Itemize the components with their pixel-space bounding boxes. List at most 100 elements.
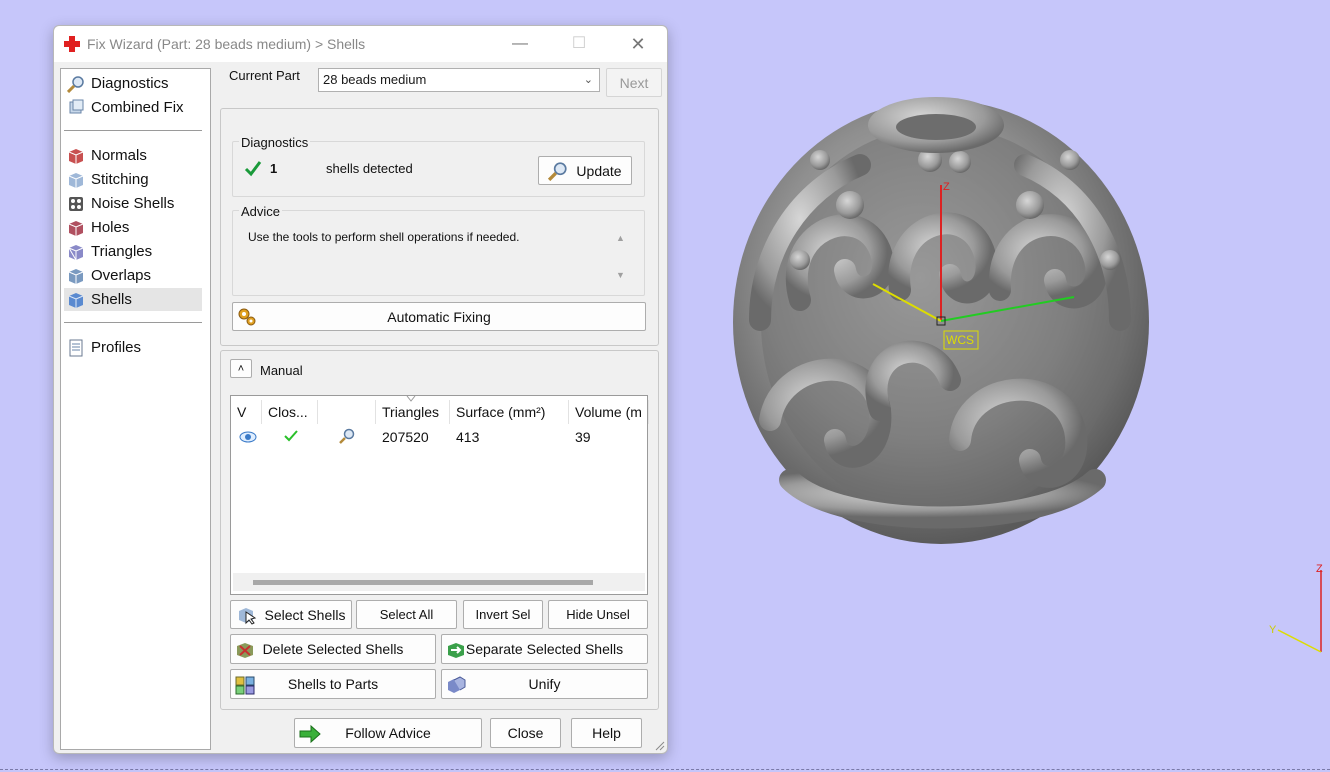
noise-shells-icon (69, 196, 83, 211)
follow-advice-label: Follow Advice (345, 725, 431, 741)
corner-axis-y-label: Y (1269, 624, 1277, 636)
unify-label: Unify (528, 676, 561, 692)
green-arrow-right-icon (299, 724, 321, 744)
update-label: Update (576, 162, 622, 179)
shells-to-parts-button[interactable]: Shells to Parts (230, 669, 436, 699)
eye-icon[interactable] (239, 430, 257, 444)
invert-selection-button[interactable]: Invert Sel (463, 600, 543, 629)
overlaps-cube-icon (68, 268, 84, 284)
cell-surface: 413 (456, 429, 480, 445)
cell-triangles: 207520 (382, 429, 429, 445)
nav-label: Profiles (91, 339, 142, 356)
hide-unselected-button[interactable]: Hide Unsel (548, 600, 648, 629)
horizontal-scrollbar[interactable] (233, 573, 645, 591)
separate-selected-label: Separate Selected Shells (465, 641, 624, 657)
collapse-manual-button[interactable]: ˄ (230, 359, 252, 378)
check-icon (244, 161, 262, 177)
diagnostics-title: Diagnostics (239, 135, 311, 150)
red-cross-icon (64, 36, 80, 52)
shell-count: 1 (270, 161, 278, 176)
maximize-button[interactable]: ☐ (556, 30, 602, 58)
nav-item-profiles[interactable]: Profiles (64, 336, 202, 359)
close-button[interactable]: Close (490, 718, 561, 748)
table-row[interactable]: 207520 413 39 (231, 396, 647, 456)
current-part-select[interactable]: 28 beads medium ⌄ (318, 68, 600, 92)
wizard-nav: Diagnostics Combined Fix Normals Stitchi… (60, 68, 211, 750)
close-window-button[interactable]: ✕ (615, 30, 661, 58)
fix-wizard-window: Fix Wizard (Part: 28 beads medium) > She… (53, 25, 668, 754)
scroll-down-icon[interactable]: ▼ (616, 270, 625, 280)
cell-volume: 39 (575, 429, 591, 445)
chevron-down-icon: ⌄ (583, 74, 593, 86)
shells-to-parts-icon (235, 676, 255, 695)
separate-selected-shells-button[interactable]: Separate Selected Shells (441, 634, 648, 664)
magnifier-icon[interactable] (338, 427, 356, 445)
separate-shells-icon (448, 643, 464, 658)
unify-icon (448, 676, 466, 693)
window-title: Fix Wizard (Part: 28 beads medium) > She… (87, 36, 366, 52)
follow-advice-button[interactable]: Follow Advice (294, 718, 482, 748)
unify-button[interactable]: Unify (441, 669, 648, 699)
nav-label: Stitching (91, 171, 149, 188)
nav-label: Shells (91, 291, 132, 308)
select-all-button[interactable]: Select All (356, 600, 457, 629)
nav-label: Noise Shells (91, 195, 175, 212)
advice-title: Advice (239, 204, 283, 219)
nav-item-triangles[interactable]: Triangles (64, 240, 202, 263)
viewport-bottom-divider (0, 769, 1330, 770)
scroll-up-icon[interactable]: ▲ (616, 233, 625, 243)
nav-label: Overlaps (91, 267, 152, 284)
corner-axis-z-label: Z (1316, 563, 1323, 575)
current-part-value: 28 beads medium (323, 72, 427, 87)
manual-label: Manual (260, 363, 303, 378)
wcs-label: WCS (946, 333, 974, 347)
magnifier-icon (67, 75, 84, 93)
magnifier-icon (548, 161, 568, 181)
scrollbar-thumb[interactable] (253, 580, 593, 585)
nav-item-noise-shells[interactable]: Noise Shells (64, 192, 202, 215)
nav-item-diagnostics[interactable]: Diagnostics (64, 72, 202, 95)
delete-selected-label: Delete Selected Shells (262, 641, 404, 657)
shells-to-parts-label: Shells to Parts (287, 676, 379, 692)
nav-divider (64, 130, 202, 131)
nav-label: Triangles (91, 243, 153, 260)
shells-cube-icon (68, 292, 84, 308)
delete-selected-shells-button[interactable]: Delete Selected Shells (230, 634, 436, 664)
triangles-cube-icon (68, 244, 84, 260)
nav-label: Normals (91, 147, 147, 164)
nav-label: Combined Fix (91, 99, 184, 116)
shells-table: V Clos... Triangles Surface (mm²) Volume… (230, 395, 649, 595)
resize-grip-icon[interactable] (653, 739, 665, 751)
profile-page-icon (69, 339, 83, 356)
closed-check-icon (284, 430, 298, 442)
nav-item-shells[interactable]: Shells (64, 288, 202, 311)
combined-fix-icon (69, 99, 84, 113)
minimize-button[interactable]: — (497, 30, 543, 58)
next-button[interactable]: Next (606, 68, 662, 97)
select-shells-button[interactable]: Select Shells (230, 600, 352, 629)
nav-label: Diagnostics (91, 75, 169, 92)
gears-icon (238, 308, 256, 326)
help-button[interactable]: Help (571, 718, 642, 748)
axis-z-label: Z (943, 181, 950, 193)
advice-text: Use the tools to perform shell operation… (248, 230, 520, 244)
current-part-label: Current Part (229, 68, 300, 83)
nav-item-overlaps[interactable]: Overlaps (64, 264, 202, 287)
holes-cube-icon (68, 220, 84, 236)
nav-item-holes[interactable]: Holes (64, 216, 202, 239)
shells-detected-text: shells detected (326, 161, 413, 176)
automatic-fixing-label: Automatic Fixing (387, 308, 491, 325)
delete-shells-icon (237, 643, 253, 658)
nav-item-combined-fix[interactable]: Combined Fix (64, 96, 202, 119)
automatic-fixing-button[interactable]: Automatic Fixing (232, 302, 646, 331)
nav-label: Holes (91, 219, 130, 236)
nav-item-stitching[interactable]: Stitching (64, 168, 202, 191)
update-button[interactable]: Update (538, 156, 632, 185)
nav-item-normals[interactable]: Normals (64, 144, 202, 167)
normals-cube-icon (68, 148, 84, 164)
nav-divider (64, 322, 202, 323)
stitching-cube-icon (68, 172, 84, 188)
select-cursor-icon (238, 607, 256, 625)
double-chevron-up-icon: ˄ (237, 362, 245, 375)
title-bar[interactable]: Fix Wizard (Part: 28 beads medium) > She… (54, 26, 667, 62)
